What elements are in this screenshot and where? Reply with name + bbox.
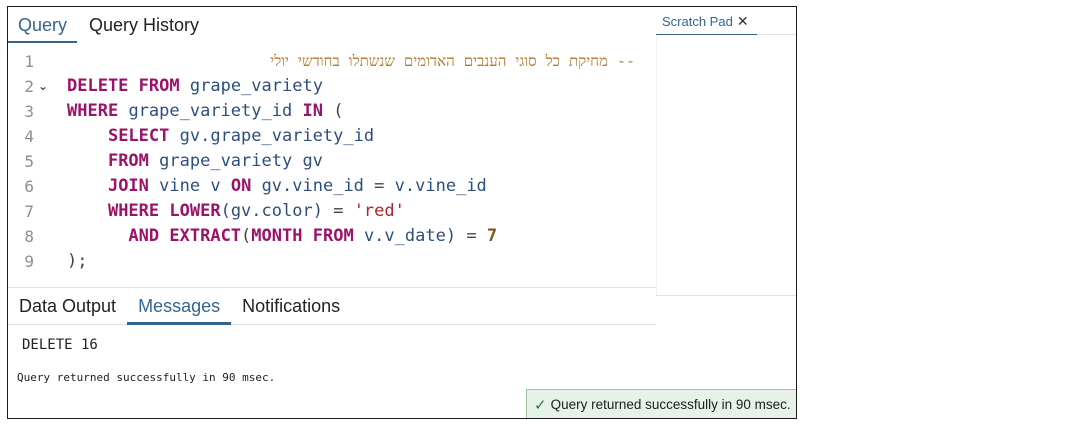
tab-messages[interactable]: Messages (127, 296, 232, 325)
code-line: 7 WHERE LOWER(gv.color) = 'red' (8, 199, 656, 224)
operator: = (466, 226, 477, 246)
scratch-pad-label: Scratch Pad (662, 14, 733, 29)
code-line: 4 SELECT gv.grape_variety_id (8, 124, 656, 149)
identifier: vine v (159, 176, 221, 196)
keyword: MONTH (251, 226, 303, 246)
result-code: DELETE 16 (22, 337, 98, 353)
code-line: 5 FROM grape_variety gv (8, 149, 656, 174)
keyword: WHERE (67, 101, 119, 121)
keyword: IN (302, 101, 323, 121)
punctuation: ); (67, 251, 88, 271)
line-number: 7 (24, 202, 34, 221)
code-line: 9 ); (8, 249, 656, 274)
identifier: v.vine_id (394, 176, 487, 196)
scratch-pad-textarea[interactable] (656, 35, 796, 295)
identifier: (gv.color) (220, 201, 323, 221)
keyword: FROM (107, 151, 149, 171)
line-number: 9 (24, 252, 34, 271)
tab-query-history[interactable]: Query History (79, 15, 209, 43)
keyword: AND (128, 226, 160, 246)
sql-editor[interactable]: 1 -- מחיקת כל סוגי הענבים האדומים שנשתלו… (8, 43, 656, 287)
keyword: FROM (312, 226, 354, 246)
function-name: LOWER (169, 201, 221, 221)
function-name: EXTRACT (169, 226, 242, 246)
keyword: WHERE (107, 201, 160, 221)
toast-message: Query returned successfully in 90 msec. (550, 397, 791, 412)
divider (656, 295, 796, 296)
line-number: 3 (24, 102, 34, 121)
identifier: grape_variety (189, 76, 323, 96)
operator: = (374, 176, 385, 196)
query-tool-panel: Query Query History Scratch Pad ✕ 1 -- מח… (7, 6, 797, 419)
success-toast[interactable]: ✓ Query returned successfully in 90 msec… (526, 389, 796, 418)
code-line: 8 AND EXTRACT(MONTH FROM v.v_date) = 7 (8, 224, 656, 249)
fold-chevron-down-icon[interactable]: ⌄ (38, 74, 52, 99)
check-icon: ✓ (534, 396, 547, 414)
line-number: 4 (24, 127, 34, 146)
result-tab-bar: Data Output Messages Notifications (8, 287, 656, 325)
query-tab-bar: Query Query History (8, 7, 656, 44)
identifier: grape_variety gv (159, 151, 323, 171)
scratch-pad-header: Scratch Pad ✕ (656, 7, 796, 35)
code-line: 6 JOIN vine v ON gv.vine_id = v.vine_id (8, 174, 656, 199)
identifier: gv.grape_variety_id (179, 126, 375, 146)
operator: = (333, 201, 344, 221)
keyword: SELECT (107, 126, 170, 146)
line-number: 2 (24, 77, 34, 96)
keyword: ON (230, 176, 252, 196)
tab-scratch-pad[interactable]: Scratch Pad ✕ (656, 7, 757, 35)
tab-data-output[interactable]: Data Output (8, 296, 127, 324)
line-number: 8 (24, 227, 34, 246)
code-line: 1 -- מחיקת כל סוגי הענבים האדומים שנשתלו… (8, 49, 656, 74)
number-literal: 7 (486, 226, 498, 246)
sql-comment: -- מחיקת כל סוגי הענבים האדומים שנשתלו ב… (270, 52, 635, 70)
status-message: Query returned successfully in 90 msec. (17, 371, 276, 384)
tab-notifications[interactable]: Notifications (231, 296, 351, 324)
keyword: JOIN (107, 176, 149, 196)
line-number: 6 (24, 177, 34, 196)
keyword: FROM (138, 76, 180, 96)
line-number: 5 (24, 152, 34, 171)
string-literal: 'red' (353, 201, 405, 221)
identifier: gv.vine_id (261, 176, 364, 196)
keyword: DELETE (67, 76, 129, 96)
code-line: 3 WHERE grape_variety_id IN ( (8, 99, 656, 124)
line-number: 1 (24, 52, 34, 71)
close-icon[interactable]: ✕ (737, 13, 749, 29)
punctuation: ( (333, 101, 344, 121)
identifier: grape_variety_id (128, 101, 293, 121)
code-line: 2 ⌄ DELETE FROM grape_variety (8, 74, 656, 99)
tab-query[interactable]: Query (8, 15, 78, 44)
identifier: v.v_date) (363, 226, 457, 246)
